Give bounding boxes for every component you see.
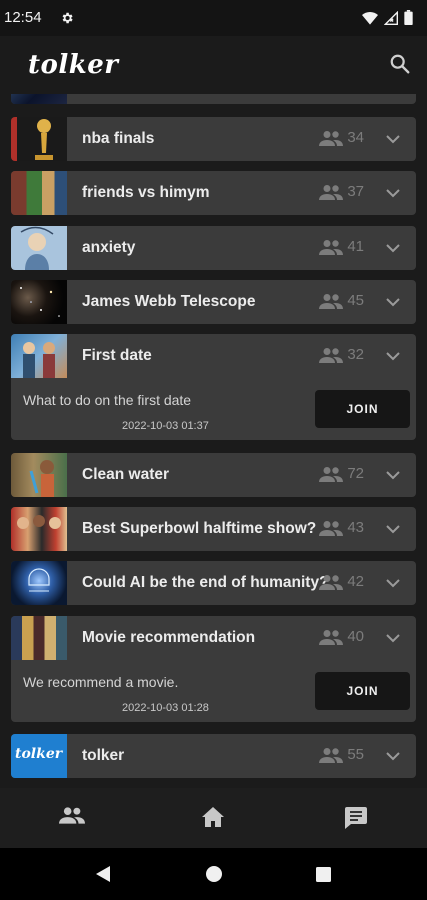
chevron-down-icon[interactable] <box>385 467 401 488</box>
participant-count: 32 <box>319 346 364 363</box>
room-card[interactable]: friends vs himym 37 <box>11 171 416 215</box>
room-title: Movie recommendation <box>82 629 256 646</box>
participant-count-value: 45 <box>347 292 364 309</box>
room-card-expanded[interactable]: Movie recommendation 40 We recommend a m… <box>11 616 416 722</box>
room-card[interactable]: James Webb Telescope 45 <box>11 280 416 324</box>
room-timestamp: 2022-10-03 01:28 <box>122 702 209 714</box>
room-card[interactable]: Could AI be the end of humanity? 42 <box>11 561 416 605</box>
people-icon <box>319 629 344 645</box>
room-title: Could AI be the end of humanity? <box>82 574 329 591</box>
participant-count: 43 <box>319 519 364 536</box>
room-title: Clean water <box>82 466 170 483</box>
room-description: What to do on the first date <box>23 392 192 408</box>
join-button[interactable]: JOIN <box>315 672 410 710</box>
room-thumbnail <box>11 507 67 551</box>
room-thumbnail <box>11 171 67 215</box>
cellular-signal-icon <box>383 10 398 30</box>
people-icon <box>319 293 344 309</box>
search-icon[interactable] <box>389 53 411 80</box>
people-icon <box>319 574 344 590</box>
participant-count: 41 <box>319 238 364 255</box>
app-logo: tolker <box>28 50 119 80</box>
room-thumbnail <box>11 453 67 497</box>
room-thumbnail: tolker <box>11 734 67 778</box>
people-icon <box>319 347 344 363</box>
chevron-down-icon[interactable] <box>385 294 401 315</box>
status-bar: 12:54 <box>0 0 427 36</box>
chevron-down-icon[interactable] <box>385 521 401 542</box>
participant-count-value: 40 <box>347 628 364 645</box>
chevron-down-icon[interactable] <box>385 131 401 152</box>
battery-icon <box>404 10 413 30</box>
people-icon[interactable] <box>59 806 85 829</box>
room-title: nba finals <box>82 130 155 147</box>
chevron-down-icon[interactable] <box>385 630 401 651</box>
people-icon <box>319 747 344 763</box>
chevron-down-icon[interactable] <box>385 348 401 369</box>
participant-count: 45 <box>319 292 364 309</box>
room-title: James Webb Telescope <box>82 293 256 310</box>
room-timestamp: 2022-10-03 01:37 <box>122 420 209 432</box>
participant-count-value: 55 <box>347 746 364 763</box>
chevron-down-icon[interactable] <box>385 185 401 206</box>
room-title: First date <box>82 347 152 364</box>
room-card[interactable]: tolker tolker 55 <box>11 734 416 778</box>
home-circle-icon[interactable] <box>206 866 222 887</box>
chevron-down-icon[interactable] <box>385 240 401 261</box>
home-icon[interactable] <box>202 807 224 832</box>
room-list[interactable]: nba finals 34 friends vs himym 37 anxiet… <box>0 94 427 788</box>
participant-count-value: 72 <box>347 465 364 482</box>
participant-count: 72 <box>319 465 364 482</box>
recents-square-icon[interactable] <box>316 867 331 887</box>
room-card[interactable]: Clean water 72 <box>11 453 416 497</box>
participant-count: 55 <box>319 746 364 763</box>
room-title: anxiety <box>82 239 136 256</box>
room-card[interactable]: Best Superbowl halftime show? 43 <box>11 507 416 551</box>
room-thumbnail <box>11 561 67 605</box>
wifi-icon <box>362 11 378 30</box>
back-icon[interactable] <box>96 866 110 887</box>
participant-count-value: 37 <box>347 183 364 200</box>
room-thumbnail <box>11 117 67 161</box>
participant-count-value: 34 <box>347 129 364 146</box>
room-thumbnail <box>11 226 67 270</box>
room-description: We recommend a movie. <box>23 674 179 690</box>
status-time: 12:54 <box>4 9 42 26</box>
people-icon <box>319 130 344 146</box>
participant-count: 34 <box>319 129 364 146</box>
room-card[interactable]: nba finals 34 <box>11 117 416 161</box>
participant-count-value: 32 <box>347 346 364 363</box>
bottom-navigation <box>0 788 427 848</box>
room-card[interactable]: anxiety 41 <box>11 226 416 270</box>
app-bar: tolker <box>0 36 427 94</box>
participant-count: 37 <box>319 183 364 200</box>
chevron-down-icon[interactable] <box>385 748 401 769</box>
room-thumbnail <box>11 334 67 378</box>
room-title: Best Superbowl halftime show? <box>82 520 317 537</box>
people-icon <box>319 239 344 255</box>
room-thumbnail <box>11 94 67 104</box>
participant-count-value: 43 <box>347 519 364 536</box>
join-button[interactable]: JOIN <box>315 390 410 428</box>
participant-count-value: 41 <box>347 238 364 255</box>
participant-count-value: 42 <box>347 573 364 590</box>
room-title: friends vs himym <box>82 184 210 201</box>
people-icon <box>319 184 344 200</box>
room-thumbnail <box>11 616 67 660</box>
room-thumbnail <box>11 280 67 324</box>
room-card-partial[interactable] <box>11 94 416 104</box>
people-icon <box>319 520 344 536</box>
room-title: tolker <box>82 747 125 764</box>
chat-icon[interactable] <box>345 807 367 834</box>
system-navigation-bar <box>0 848 427 900</box>
thumbnail-logo-text: tolker <box>15 746 63 762</box>
participant-count: 42 <box>319 573 364 590</box>
people-icon <box>319 466 344 482</box>
chevron-down-icon[interactable] <box>385 575 401 596</box>
room-card-expanded[interactable]: First date 32 What to do on the first da… <box>11 334 416 440</box>
participant-count: 40 <box>319 628 364 645</box>
settings-gear-icon <box>60 11 74 30</box>
